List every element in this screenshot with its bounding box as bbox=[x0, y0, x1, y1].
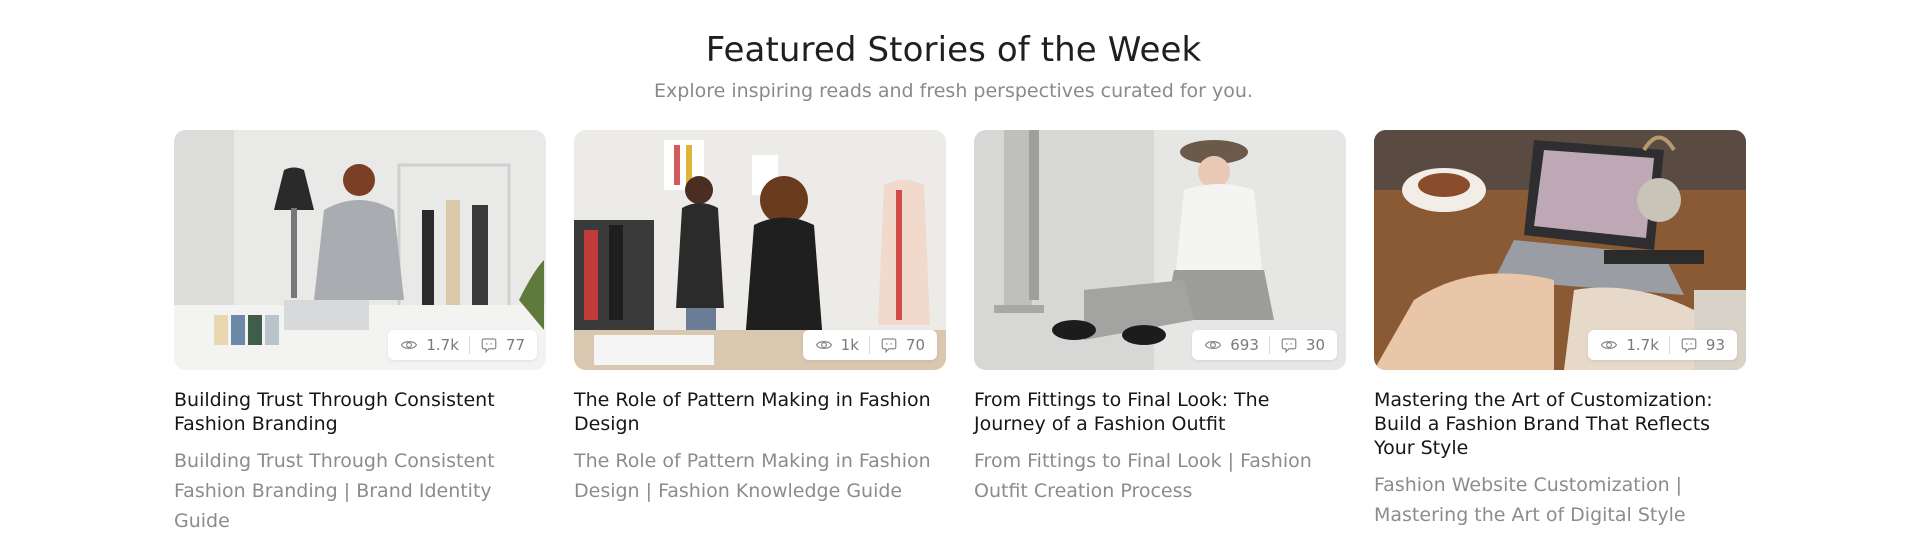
story-title[interactable]: The Role of Pattern Making in Fashion De… bbox=[574, 388, 946, 436]
story-image[interactable]: 693 30 bbox=[974, 130, 1346, 370]
story-description: Fashion Website Customization | Masterin… bbox=[1374, 474, 1686, 526]
comments-count: 30 bbox=[1305, 336, 1325, 354]
views-stat: 1.7k bbox=[1600, 336, 1659, 354]
stats-divider bbox=[1668, 336, 1670, 354]
story-image[interactable]: 1.7k 93 bbox=[1374, 130, 1746, 370]
views-count: 1.7k bbox=[426, 336, 459, 354]
engagement-stats: 1.7k 93 bbox=[1588, 330, 1737, 360]
engagement-stats: 693 30 bbox=[1192, 330, 1337, 360]
views-count: 1.7k bbox=[1626, 336, 1659, 354]
story-description: Building Trust Through Consistent Fashio… bbox=[174, 450, 495, 532]
comments-stat: 77 bbox=[480, 336, 525, 354]
comment-icon bbox=[481, 338, 497, 354]
story-card[interactable]: 693 30 From Fittings to Final Look: The … bbox=[974, 130, 1346, 536]
stats-divider bbox=[1268, 336, 1270, 354]
eye-icon bbox=[401, 341, 418, 349]
comments-count: 77 bbox=[505, 336, 525, 354]
section-title: Featured Stories of the Week bbox=[705, 30, 1202, 70]
engagement-stats: 1.7k 77 bbox=[388, 330, 537, 360]
views-count: 1k bbox=[840, 336, 859, 354]
story-card[interactable]: 1k 70 The Role of Pattern Making in Fash… bbox=[574, 130, 946, 536]
comment-icon bbox=[1681, 338, 1697, 354]
story-description: The Role of Pattern Making in Fashion De… bbox=[574, 450, 931, 502]
comments-stat: 70 bbox=[880, 336, 925, 354]
views-stat: 693 bbox=[1204, 336, 1259, 354]
eye-icon bbox=[815, 341, 832, 349]
comment-icon bbox=[1281, 338, 1297, 354]
views-count: 693 bbox=[1230, 336, 1259, 354]
comment-icon bbox=[881, 338, 897, 354]
featured-stories-section: Featured Stories of the Week Explore ins… bbox=[0, 0, 1907, 535]
section-header: Featured Stories of the Week Explore ins… bbox=[0, 30, 1907, 102]
comments-count: 70 bbox=[905, 336, 925, 354]
story-title[interactable]: From Fittings to Final Look: The Journey… bbox=[974, 388, 1346, 436]
comments-count: 93 bbox=[1705, 336, 1725, 354]
comments-stat: 93 bbox=[1680, 336, 1725, 354]
engagement-stats: 1k 70 bbox=[802, 330, 937, 360]
story-image[interactable]: 1k 70 bbox=[574, 130, 946, 370]
stats-divider bbox=[468, 336, 470, 354]
story-image[interactable]: 1.7k 77 bbox=[174, 130, 546, 370]
story-title[interactable]: Mastering the Art of Customization: Buil… bbox=[1374, 388, 1746, 460]
eye-icon bbox=[1205, 341, 1222, 349]
eye-icon bbox=[1601, 341, 1618, 349]
story-description: From Fittings to Final Look | Fashion Ou… bbox=[974, 450, 1312, 502]
section-subtitle: Explore inspiring reads and fresh perspe… bbox=[654, 80, 1253, 102]
story-title[interactable]: Building Trust Through Consistent Fashio… bbox=[174, 388, 546, 436]
story-card[interactable]: 1.7k 93 Mastering the Art of Customizati… bbox=[1374, 130, 1746, 536]
story-card[interactable]: 1.7k 77 Building Trust Through Consisten… bbox=[174, 130, 546, 536]
story-cards-grid: 1.7k 77 Building Trust Through Consisten… bbox=[174, 130, 1746, 536]
stats-divider bbox=[868, 336, 870, 354]
views-stat: 1k bbox=[815, 336, 859, 354]
views-stat: 1.7k bbox=[400, 336, 459, 354]
comments-stat: 30 bbox=[1280, 336, 1325, 354]
